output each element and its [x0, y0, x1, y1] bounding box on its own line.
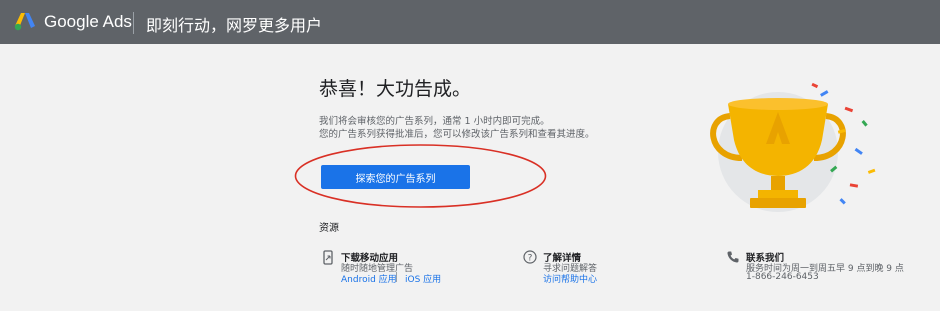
link-separator [396, 272, 397, 282]
help-center-link[interactable]: 访问帮助中心 [543, 272, 597, 285]
svg-text:?: ? [528, 254, 533, 264]
ios-app-link[interactable]: iOS 应用 [405, 272, 441, 285]
phone-number-text: 1-866-246-6453 [746, 272, 819, 282]
header-divider [133, 12, 134, 34]
page-title: 恭喜！大功告成。 [319, 78, 472, 100]
header-slogan: 即刻行动，网罗更多用户 [146, 16, 323, 35]
help-icon: ? [523, 250, 537, 264]
phone-icon [727, 251, 739, 263]
resources-heading: 资源 [319, 223, 339, 234]
trophy-illustration [710, 82, 876, 212]
brand-name[interactable]: Google Ads [44, 12, 132, 32]
top-bar: Google Ads 即刻行动，网罗更多用户 [0, 0, 940, 44]
description-line-2: 您的广告系列获得批准后，您可以修改该广告系列和查看其进度。 [319, 129, 595, 140]
description-line-1: 我们将会审核您的广告系列，通常 1 小时内即可完成。 [319, 116, 550, 127]
android-app-link[interactable]: Android 应用 [341, 272, 397, 285]
google-ads-logo-icon[interactable] [14, 12, 36, 32]
red-annotation-circle [294, 144, 547, 208]
mobile-phone-icon [323, 250, 333, 265]
